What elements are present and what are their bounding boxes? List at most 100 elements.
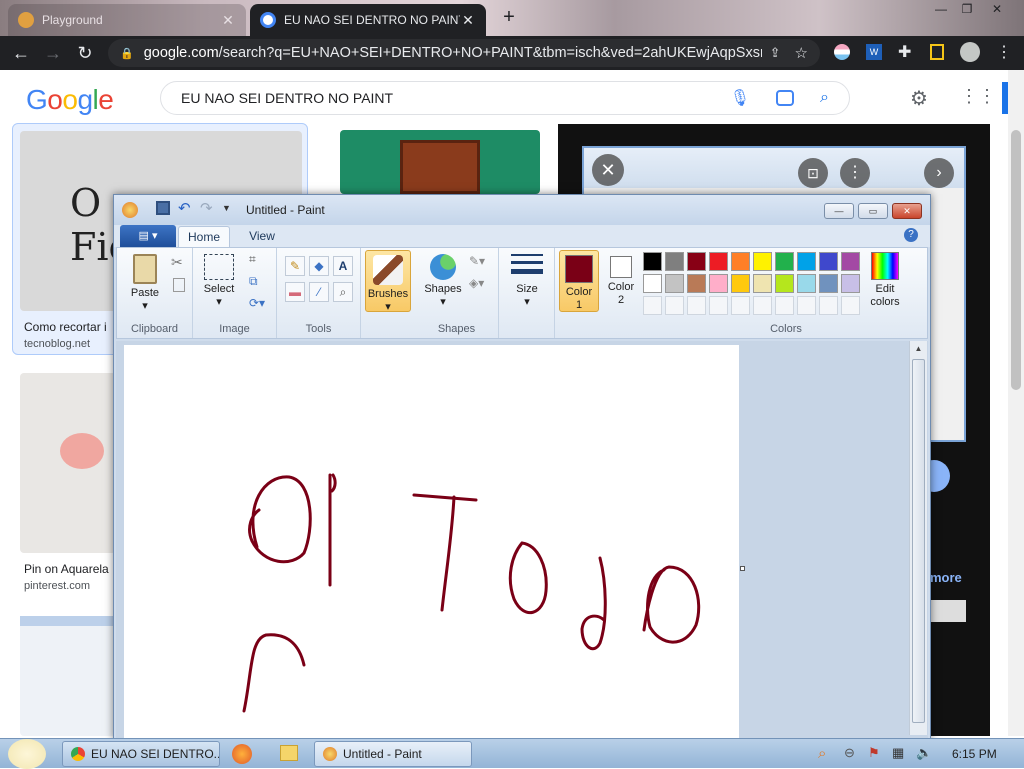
palette-swatch[interactable] <box>665 274 684 293</box>
paint-maximize-icon[interactable]: ▭ <box>858 203 888 219</box>
file-menu-button[interactable]: ▤ ▾ <box>120 225 176 247</box>
palette-empty-swatch[interactable] <box>753 296 772 315</box>
crop-icon[interactable]: ⌗ <box>249 252 256 267</box>
restore-window-icon[interactable]: ❐ <box>956 2 978 20</box>
quick-access-dropdown-icon[interactable]: ▼ <box>222 203 231 213</box>
result-thumbnail-window-painting[interactable] <box>340 130 540 194</box>
paint-app-icon[interactable] <box>122 202 138 218</box>
palette-empty-swatch[interactable] <box>709 296 728 315</box>
outline-icon[interactable]: ✎▾ <box>469 254 485 268</box>
palette-swatch[interactable] <box>797 274 816 293</box>
firefox-icon[interactable] <box>232 744 252 764</box>
palette-swatch[interactable] <box>643 274 662 293</box>
network-icon[interactable]: ▦ <box>892 745 904 761</box>
start-button[interactable] <box>8 739 46 769</box>
copy-icon[interactable] <box>173 278 185 292</box>
taskbar-paint-button[interactable]: Untitled - Paint <box>314 741 472 767</box>
menu-kebab-icon[interactable]: ⋮ <box>996 42 1012 62</box>
color-picker-icon[interactable]: ⁄ <box>309 282 329 302</box>
result-thumbnail-paint-screenshot[interactable] <box>20 616 116 736</box>
result-source[interactable]: pinterest.com <box>24 580 90 592</box>
redo-icon[interactable]: ↷ <box>200 199 213 217</box>
select-button[interactable]: Select ▾ <box>199 254 239 309</box>
paint-minimize-icon[interactable]: — <box>824 203 854 219</box>
address-bar[interactable]: 🔒 google.com/search?q=EU+NAO+SEI+DENTRO+… <box>108 39 820 67</box>
tray-status-icon[interactable]: ⊖ <box>844 745 855 761</box>
palette-swatch[interactable] <box>775 252 794 271</box>
palette-swatch[interactable] <box>841 252 860 271</box>
palette-swatch[interactable] <box>753 274 772 293</box>
pencil-icon[interactable]: ✎ <box>285 256 305 276</box>
file-explorer-icon[interactable] <box>280 745 298 761</box>
close-window-icon[interactable]: ✕ <box>986 2 1008 20</box>
related-thumbnail[interactable] <box>930 600 966 622</box>
palette-empty-swatch[interactable] <box>687 296 706 315</box>
scroll-up-icon[interactable]: ▲ <box>910 341 927 357</box>
forward-arrow-icon[interactable]: → <box>42 42 64 64</box>
shapes-button[interactable]: Shapes ▾ <box>421 254 465 309</box>
search-icon[interactable]: ⌕ <box>820 89 829 107</box>
back-arrow-icon[interactable]: ← <box>10 42 32 64</box>
palette-swatch[interactable] <box>687 274 706 293</box>
eraser-icon[interactable]: ▬ <box>285 282 305 302</box>
volume-icon[interactable]: 🔈 <box>916 745 932 761</box>
extension-word-icon[interactable]: W <box>866 44 882 60</box>
palette-empty-swatch[interactable] <box>731 296 750 315</box>
tab-view[interactable]: View <box>242 226 282 247</box>
palette-swatch[interactable] <box>665 252 684 271</box>
tab-playground[interactable]: Playground ✕ <box>8 4 246 36</box>
edit-colors-button[interactable]: Edit colors <box>865 252 905 309</box>
canvas-scroll-thumb[interactable] <box>912 359 925 723</box>
canvas-resize-handle[interactable] <box>740 566 745 571</box>
palette-empty-swatch[interactable] <box>841 296 860 315</box>
size-button[interactable]: Size ▾ <box>507 254 547 309</box>
page-scrollbar[interactable] <box>1008 70 1024 736</box>
palette-swatch[interactable] <box>753 252 772 271</box>
clock[interactable]: 6:15 PM <box>952 747 997 761</box>
undo-icon[interactable]: ↶ <box>178 199 191 217</box>
text-tool-icon[interactable]: A <box>333 256 353 276</box>
magnifier-icon[interactable]: ⌕ <box>333 282 353 302</box>
page-scroll-thumb[interactable] <box>1011 130 1021 390</box>
share-icon[interactable]: ⇪ <box>770 45 781 61</box>
result-thumbnail-watercolor[interactable] <box>20 373 116 553</box>
close-preview-icon[interactable]: ✕ <box>592 154 624 186</box>
palette-swatch[interactable] <box>819 252 838 271</box>
result-source[interactable]: tecnoblog.net <box>24 338 90 350</box>
palette-empty-swatch[interactable] <box>643 296 662 315</box>
extensions-puzzle-icon[interactable]: ✚ <box>898 42 911 62</box>
more-options-icon[interactable]: ⋮ <box>840 158 870 188</box>
result-title[interactable]: Pin on Aquarela <box>24 562 114 576</box>
tab-google-search[interactable]: EU NAO SEI DENTRO NO PAINT ✕ <box>250 4 486 36</box>
drawing-canvas[interactable] <box>124 345 739 739</box>
google-search-box[interactable]: EU NAO SEI DENTRO NO PAINT 🎙 ⌕ <box>160 81 850 115</box>
palette-empty-swatch[interactable] <box>665 296 684 315</box>
bookmark-star-icon[interactable]: ☆ <box>795 44 808 62</box>
lens-search-icon[interactable]: ⊡ <box>798 158 828 188</box>
palette-swatch[interactable] <box>731 252 750 271</box>
palette-swatch[interactable] <box>687 252 706 271</box>
help-icon[interactable]: ? <box>904 228 918 242</box>
palette-swatch[interactable] <box>643 252 662 271</box>
palette-empty-swatch[interactable] <box>775 296 794 315</box>
palette-swatch[interactable] <box>709 252 728 271</box>
settings-gear-icon[interactable]: ⚙ <box>910 86 928 111</box>
profile-avatar-icon[interactable] <box>960 42 980 62</box>
brushes-button[interactable]: Brushes ▾ <box>365 250 411 313</box>
search-tray-icon[interactable]: ⌕ <box>818 745 826 762</box>
minimize-window-icon[interactable]: — <box>930 2 952 20</box>
palette-empty-swatch[interactable] <box>819 296 838 315</box>
result-title[interactable]: Como recortar i <box>24 320 114 334</box>
palette-swatch[interactable] <box>731 274 750 293</box>
fill-bucket-icon[interactable]: ◆ <box>309 256 329 276</box>
palette-swatch[interactable] <box>775 274 794 293</box>
color1-button[interactable]: Color 1 <box>559 250 599 312</box>
save-icon[interactable] <box>156 201 170 215</box>
action-center-icon[interactable]: ⚑ <box>868 745 880 761</box>
palette-swatch[interactable] <box>841 274 860 293</box>
extension-flag-icon[interactable] <box>834 44 850 60</box>
more-link[interactable]: more <box>930 570 962 585</box>
close-tab-icon[interactable]: ✕ <box>460 12 476 29</box>
cut-icon[interactable]: ✂ <box>171 254 183 271</box>
palette-empty-swatch[interactable] <box>797 296 816 315</box>
